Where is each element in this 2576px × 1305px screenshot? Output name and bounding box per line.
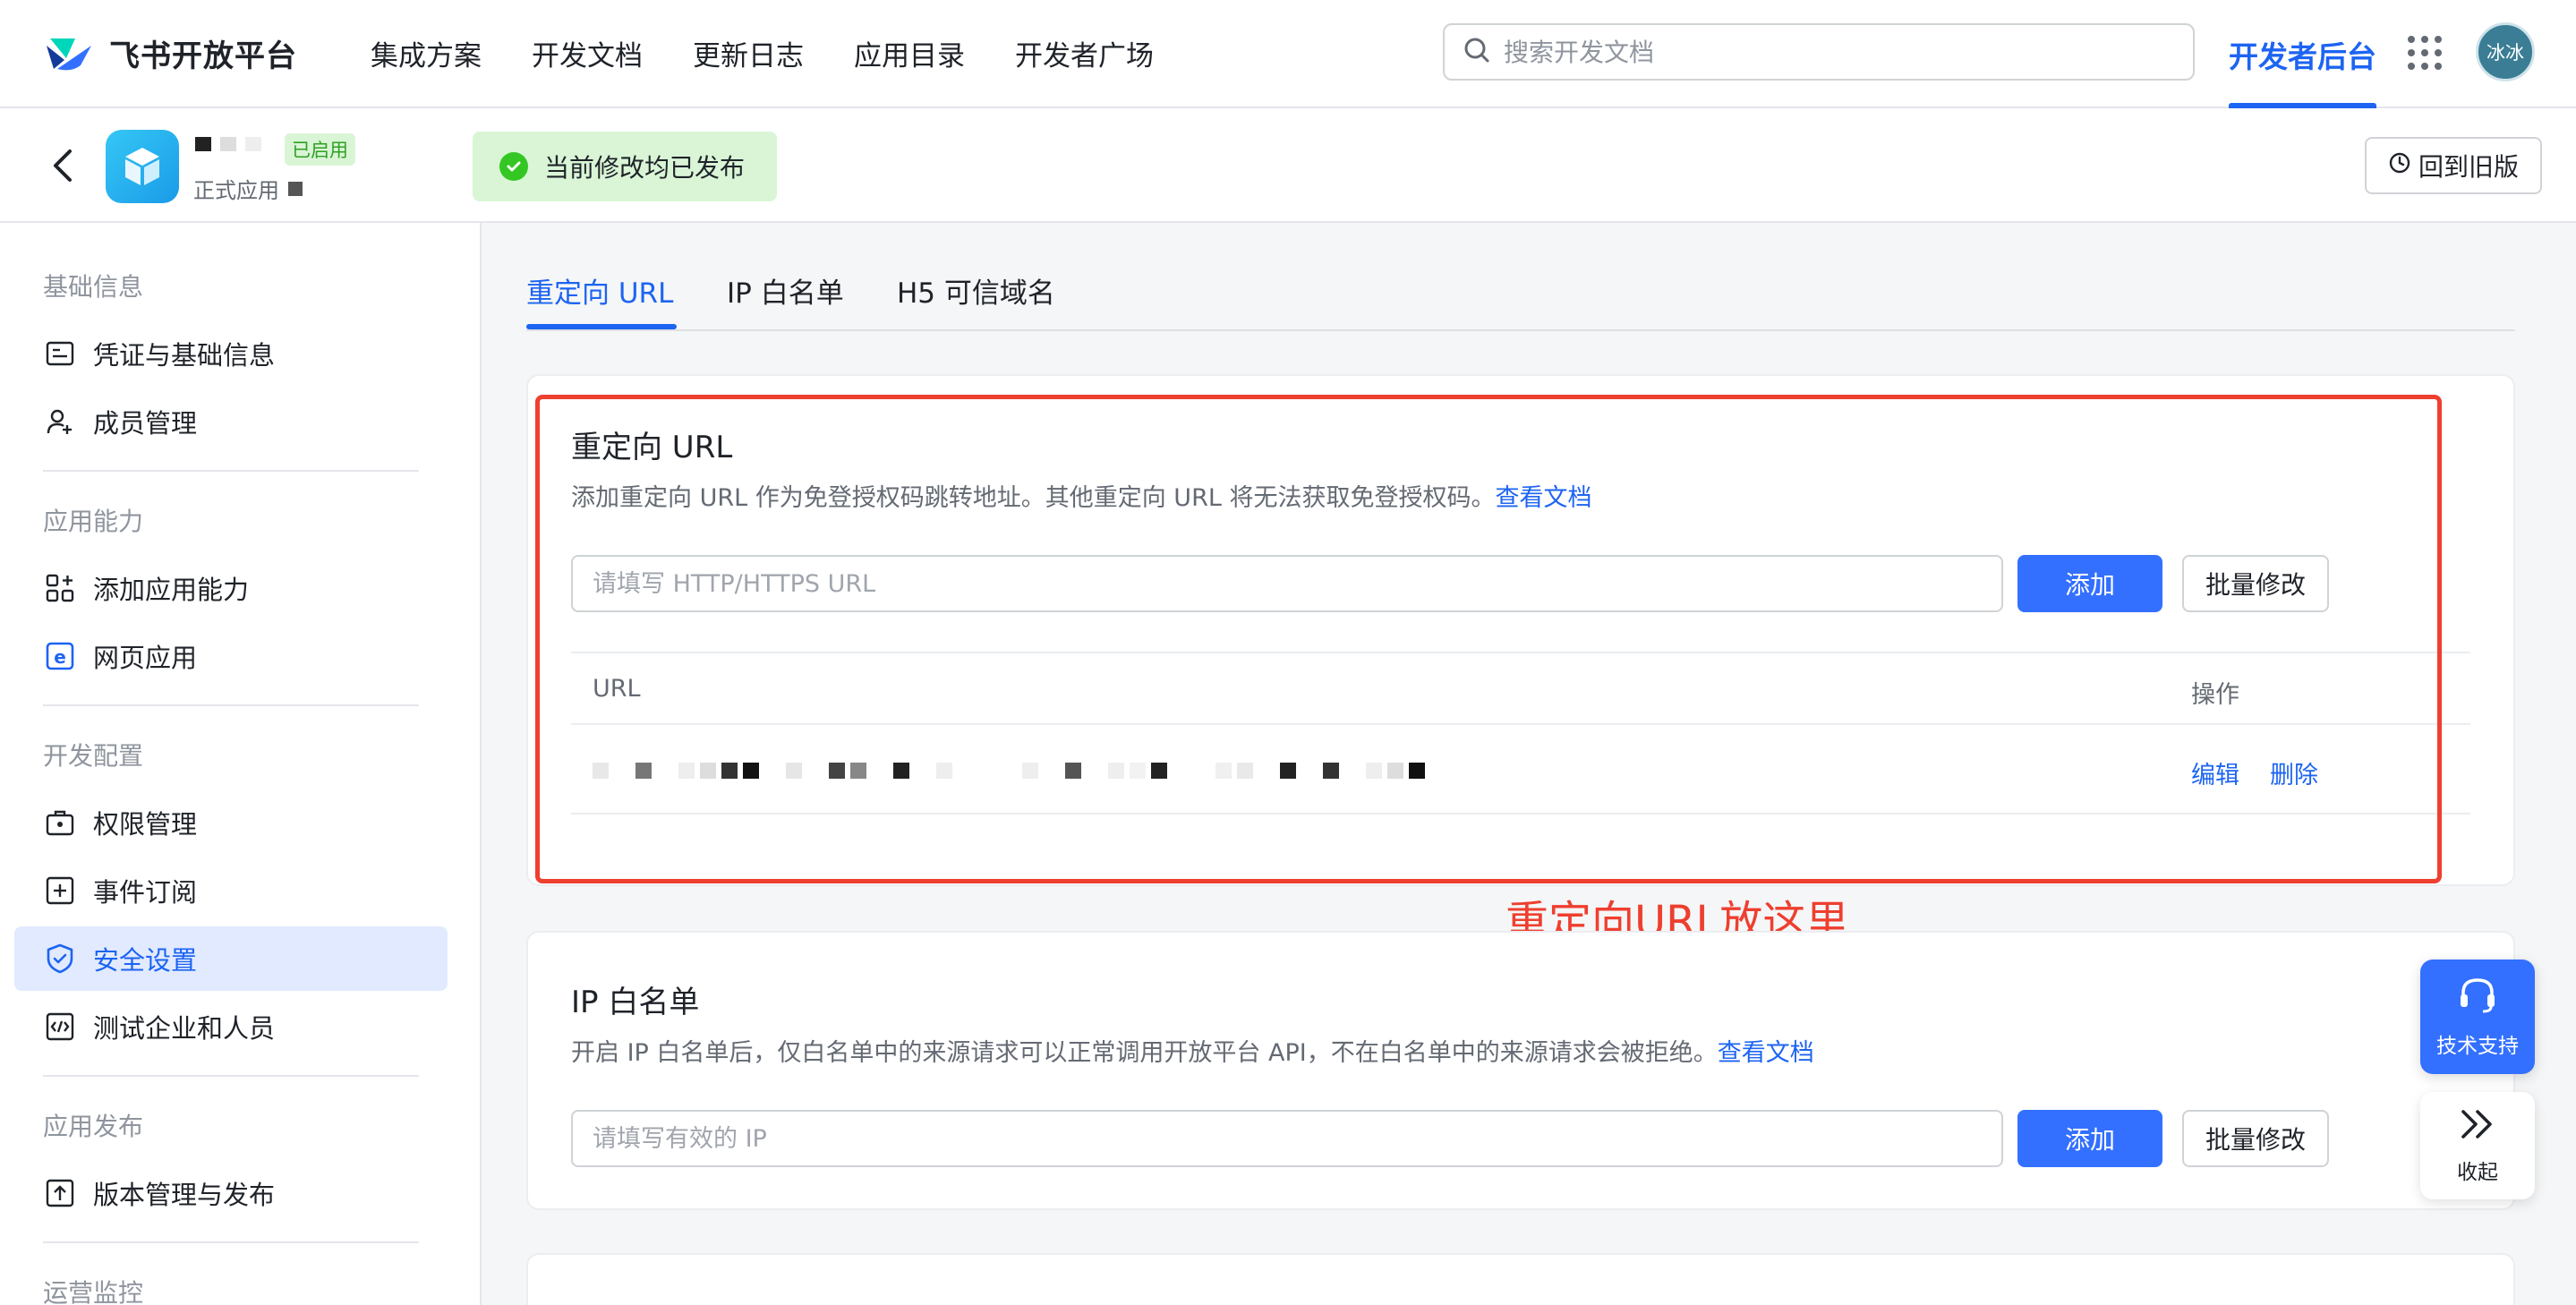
sidebar-group-ops: 运营监控	[43, 1278, 144, 1305]
column-url: URL	[593, 675, 641, 703]
nav-item-app-directory[interactable]: 应用目录	[854, 33, 965, 73]
redacted-url	[593, 763, 1425, 779]
tab-h5-trusted-domain[interactable]: H5 可信域名	[897, 270, 1055, 311]
sidebar-item-members[interactable]: 成员管理	[14, 389, 448, 454]
nav-item-developer-plaza[interactable]: 开发者广场	[1015, 33, 1154, 73]
tab-redirect-url[interactable]: 重定向 URL	[526, 270, 673, 311]
redirect-doc-link[interactable]: 查看文档	[1495, 484, 1591, 512]
column-action: 操作	[2191, 681, 2239, 709]
nav-item-solutions[interactable]: 集成方案	[371, 33, 482, 73]
ip-doc-link[interactable]: 查看文档	[1718, 1039, 1814, 1067]
redirect-url-title: 重定向 URL	[571, 430, 733, 465]
sidebar-divider	[43, 470, 419, 472]
publish-status-banner: 当前修改均已发布	[473, 132, 777, 201]
ip-whitelist-card: IP 白名单 开启 IP 白名单后，仅白名单中的来源请求可以正常调用开放平台 A…	[526, 931, 2515, 1210]
app-header: 已启用 正式应用 当前修改均已发布 回到旧版	[0, 108, 2576, 223]
sidebar-item-version[interactable]: 版本管理与发布	[14, 1161, 448, 1225]
sidebar-item-test-enterprise[interactable]: 测试企业和人员	[14, 994, 448, 1059]
ip-whitelist-title: IP 白名单	[571, 985, 700, 1020]
avatar[interactable]: 冰冰	[2476, 22, 2535, 81]
shield-check-icon	[45, 943, 75, 974]
briefcase-lock-icon	[45, 807, 75, 838]
active-tab-indicator	[526, 324, 677, 329]
sidebar-group-basic: 基础信息	[43, 272, 144, 302]
app-type-label: 正式应用	[193, 173, 303, 204]
history-icon	[2388, 151, 2411, 181]
publish-status-text: 当前修改均已发布	[544, 153, 746, 183]
nav-item-docs[interactable]: 开发文档	[532, 33, 643, 73]
sidebar-group-dev-config: 开发配置	[43, 741, 144, 771]
sidebar-group-release: 应用发布	[43, 1112, 144, 1141]
code-box-icon	[45, 1011, 75, 1042]
redirect-url-table-header: URL 操作	[571, 652, 2470, 725]
main-nav: 集成方案 开发文档 更新日志 应用目录 开发者广场	[371, 30, 1154, 75]
headset-icon	[2456, 975, 2499, 1019]
search-icon	[1463, 36, 1491, 68]
sidebar-item-events[interactable]: 事件订阅	[14, 858, 448, 923]
redirect-url-description: 添加重定向 URL 作为免登授权码跳转地址。其他重定向 URL 将无法获取免登授…	[571, 484, 1592, 512]
brand-name: 飞书开放平台	[109, 38, 297, 74]
status-badge: 已启用	[285, 133, 355, 166]
grid-add-icon	[45, 573, 75, 603]
add-user-icon	[45, 406, 75, 437]
redacted-block	[288, 181, 303, 196]
top-navigation: 飞书开放平台 集成方案 开发文档 更新日志 应用目录 开发者广场 开发者后台 冰…	[0, 0, 2576, 108]
batch-edit-ip-button[interactable]: 批量修改	[2182, 1110, 2329, 1167]
sidebar-item-web-app[interactable]: e 网页应用	[14, 624, 448, 688]
revert-to-old-version-button[interactable]: 回到旧版	[2365, 137, 2542, 194]
delete-link[interactable]: 删除	[2270, 755, 2318, 790]
add-ip-button[interactable]: 添加	[2017, 1110, 2162, 1167]
batch-edit-redirect-button[interactable]: 批量修改	[2182, 555, 2329, 612]
table-row: 编辑 删除	[571, 725, 2470, 815]
sidebar: 基础信息 凭证与基础信息 成员管理 应用能力 添加应用能力 e 网页应用 开发配…	[0, 223, 482, 1305]
double-chevron-right-icon	[2458, 1106, 2497, 1147]
upload-box-icon	[45, 1178, 75, 1208]
web-app-icon: e	[45, 641, 75, 671]
ip-input[interactable]	[571, 1110, 2003, 1167]
security-tabs: 重定向 URL IP 白名单 H5 可信域名	[526, 260, 2515, 331]
sidebar-divider	[43, 1075, 419, 1077]
ip-whitelist-description: 开启 IP 白名单后，仅白名单中的来源请求可以正常调用开放平台 API，不在白名…	[571, 1039, 1814, 1067]
id-card-icon	[45, 338, 75, 369]
tab-ip-whitelist[interactable]: IP 白名单	[727, 270, 844, 311]
apps-grid-icon[interactable]	[2408, 36, 2442, 70]
brand[interactable]: 飞书开放平台	[45, 30, 297, 75]
check-circle-icon	[499, 152, 528, 181]
sidebar-item-permissions[interactable]: 权限管理	[14, 790, 448, 855]
search-box[interactable]	[1443, 23, 2195, 81]
app-cube-icon	[106, 130, 179, 203]
back-arrow-icon[interactable]	[45, 144, 81, 187]
svg-text:e: e	[54, 646, 66, 668]
redirect-url-card: 重定向 URL 添加重定向 URL 作为免登授权码跳转地址。其他重定向 URL …	[526, 374, 2515, 886]
sidebar-divider	[43, 1241, 419, 1243]
search-input[interactable]	[1504, 37, 2193, 67]
redirect-url-input[interactable]	[571, 555, 2003, 612]
nav-item-changelog[interactable]: 更新日志	[693, 33, 804, 73]
sidebar-divider	[43, 704, 419, 706]
edit-link[interactable]: 编辑	[2191, 755, 2239, 790]
sidebar-group-capability: 应用能力	[43, 507, 144, 536]
collapse-button[interactable]: 收起	[2420, 1092, 2535, 1199]
sidebar-item-credentials[interactable]: 凭证与基础信息	[14, 321, 448, 386]
sidebar-item-add-capability[interactable]: 添加应用能力	[14, 556, 448, 620]
h5-domain-card	[526, 1253, 2515, 1305]
app-name-redacted	[195, 137, 261, 151]
add-redirect-url-button[interactable]: 添加	[2017, 555, 2162, 612]
event-add-icon	[45, 875, 75, 906]
developer-console-link[interactable]: 开发者后台	[2229, 0, 2376, 108]
feishu-logo-icon	[45, 33, 93, 72]
sidebar-item-security[interactable]: 安全设置	[14, 926, 448, 991]
tech-support-button[interactable]: 技术支持	[2420, 960, 2535, 1074]
